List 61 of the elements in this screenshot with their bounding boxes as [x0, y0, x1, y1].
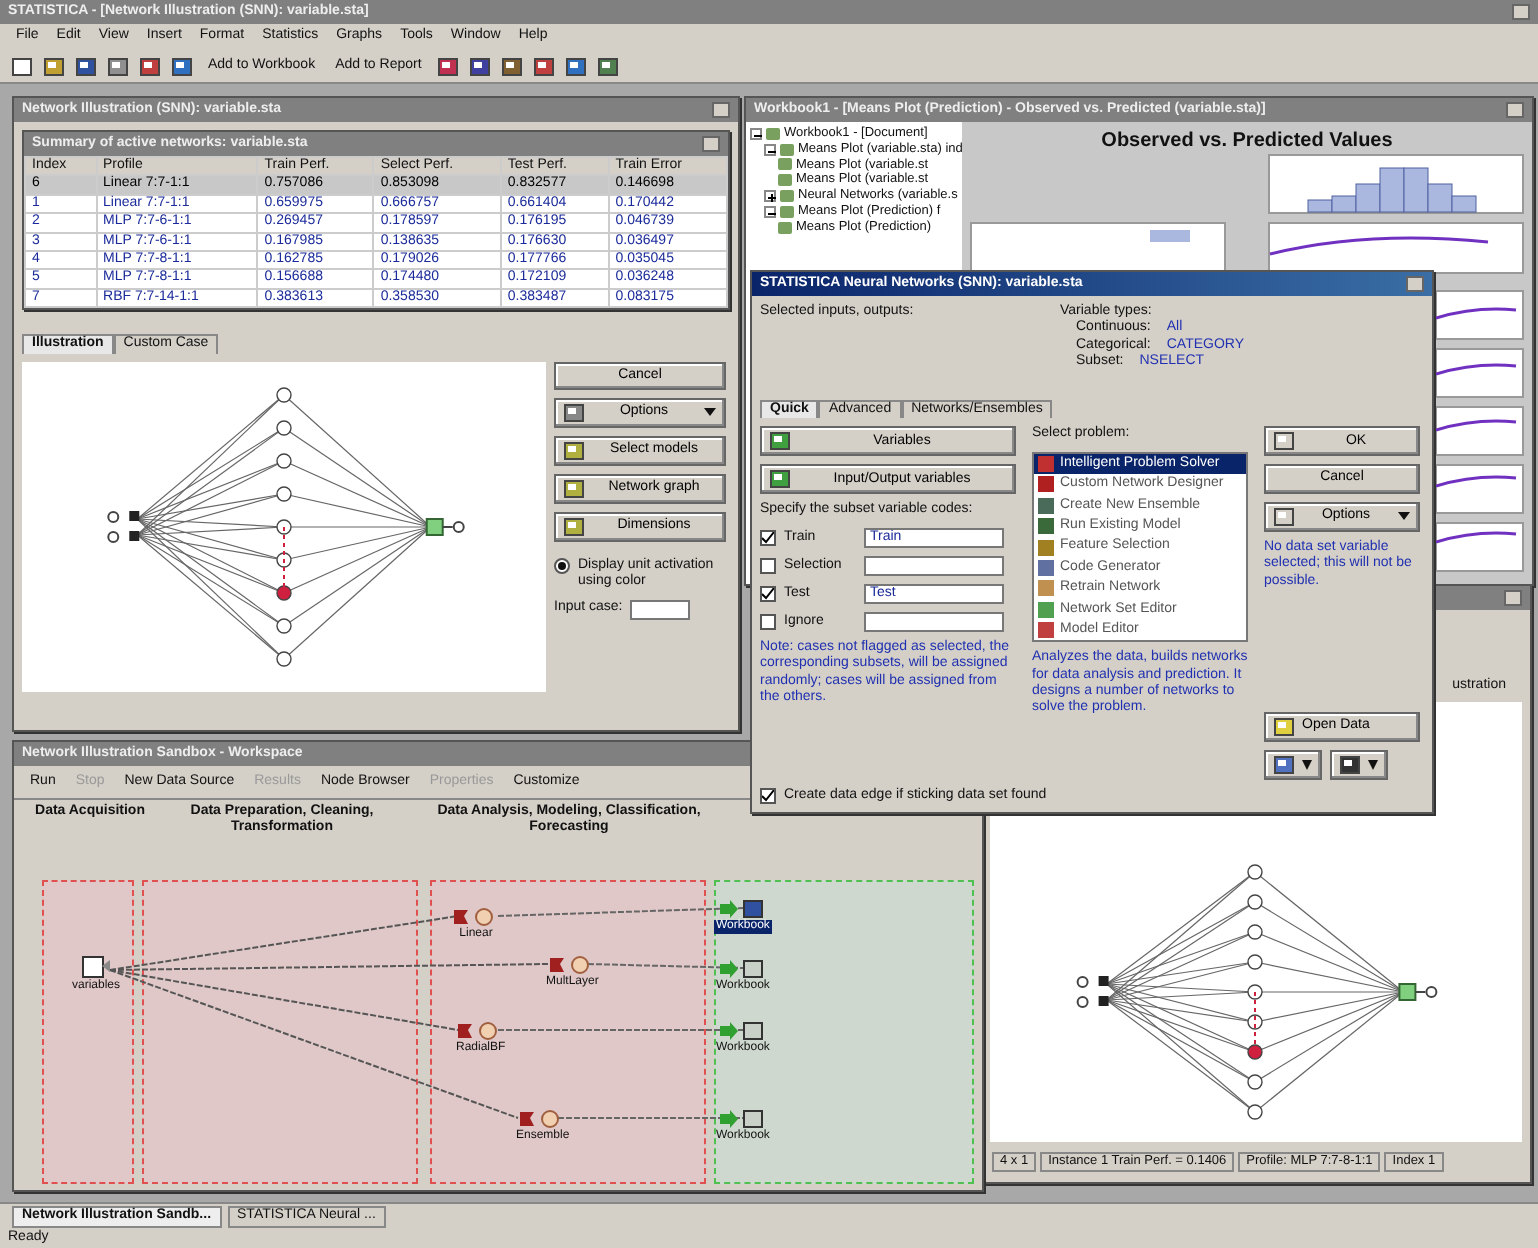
toolbar-icon[interactable] — [533, 57, 554, 75]
expander-icon[interactable] — [750, 127, 762, 140]
toolbar-icon[interactable] — [565, 57, 586, 75]
tool-icon — [1340, 755, 1360, 774]
button-icon — [770, 432, 790, 451]
checkbox[interactable] — [760, 787, 776, 804]
checkbox[interactable] — [760, 557, 776, 574]
toolbar-icon[interactable] — [108, 57, 128, 75]
toolbar-icon[interactable] — [76, 57, 96, 75]
data-source-icon — [82, 956, 110, 978]
toolbar-icon[interactable] — [469, 57, 490, 75]
toolbar-icon[interactable] — [140, 57, 160, 75]
folder-icon — [1274, 717, 1294, 736]
workbook-node-icon — [720, 900, 765, 918]
toolbar-icon[interactable] — [501, 57, 522, 75]
model-node-icon — [454, 908, 498, 926]
toolbar-icon[interactable] — [12, 57, 32, 75]
chart-title: Observed vs. Predicted Values — [1101, 130, 1393, 154]
input-case-field[interactable] — [630, 599, 691, 620]
tool-icon — [1274, 755, 1294, 774]
icon-button[interactable] — [1264, 749, 1322, 780]
plot-panel-drawing — [1436, 406, 1524, 456]
checkbox[interactable] — [760, 585, 776, 602]
button-icon — [564, 441, 584, 460]
caret-icon — [1302, 759, 1312, 770]
icon-button[interactable] — [1330, 749, 1388, 780]
plot-panel-drawing — [1436, 464, 1524, 514]
caret-icon — [1368, 759, 1378, 770]
window-controls[interactable] — [1504, 590, 1522, 606]
subset-code-field[interactable] — [864, 611, 1004, 632]
workbook-node-icon — [720, 960, 765, 978]
workbook-node-icon — [720, 1022, 765, 1040]
button-icon — [770, 470, 790, 489]
caret-icon — [704, 408, 716, 417]
toolbar-icon[interactable] — [437, 57, 458, 75]
expander-icon[interactable] — [764, 190, 776, 203]
window-controls[interactable] — [1406, 276, 1424, 292]
toolbar-icon[interactable] — [172, 57, 192, 75]
button-icon — [1274, 507, 1294, 526]
plot-panel-drawing — [1436, 522, 1524, 572]
window-controls[interactable] — [1506, 102, 1524, 118]
radio-button[interactable] — [554, 557, 570, 574]
checkbox[interactable] — [760, 613, 776, 630]
toolbar-icon[interactable] — [44, 57, 64, 75]
expander-icon[interactable] — [764, 143, 776, 156]
button-icon — [564, 479, 584, 498]
model-node-icon — [458, 1022, 503, 1040]
options-icon — [564, 403, 584, 422]
window-controls[interactable] — [1512, 4, 1530, 20]
button-icon — [1274, 432, 1294, 451]
model-node-icon — [520, 1110, 565, 1128]
plot-panel-drawing — [1436, 290, 1524, 340]
button-icon — [564, 517, 584, 536]
subset-code-field[interactable] — [864, 555, 1004, 576]
expander-icon[interactable] — [764, 205, 776, 218]
workbook-node-icon — [720, 1110, 765, 1128]
checkbox[interactable] — [760, 529, 776, 546]
toolbar-icon[interactable] — [597, 57, 618, 75]
caret-icon — [1398, 512, 1410, 521]
plot-panel-drawing — [1436, 348, 1524, 398]
model-node-icon — [550, 956, 595, 974]
